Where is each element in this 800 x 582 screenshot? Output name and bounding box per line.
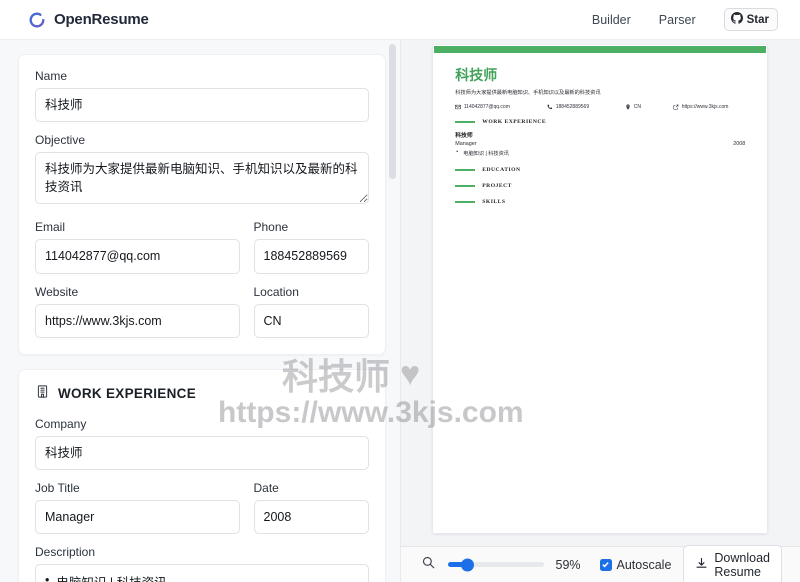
building-icon (35, 384, 50, 404)
location-input[interactable] (253, 303, 369, 338)
resume-contacts: 114042877@qq.com 188452889569 CN https:/… (455, 104, 745, 110)
resume-entry-row: Manager 2008 (455, 141, 745, 147)
resume-section-title: PROJECT (482, 182, 512, 189)
website-input[interactable] (35, 303, 240, 338)
objective-label: Objective (35, 133, 86, 148)
main-split: Name Objective Email Phone Website (0, 40, 800, 582)
app-header: OpenResume Builder Parser Star (0, 0, 800, 40)
phone-input[interactable] (253, 239, 369, 274)
objective-input[interactable] (35, 152, 369, 205)
preview-scroll-area[interactable]: 科技师 科技师为大家提供最新电脑知识、手机知识以及最新的科技资讯 1140428… (401, 40, 800, 546)
magnifier-icon[interactable] (421, 555, 436, 575)
download-resume-button[interactable]: Download Resume (683, 544, 782, 582)
resume-section-work-experience: WORK EXPERIENCE (455, 119, 745, 125)
date-label: Date (253, 480, 279, 495)
description-input[interactable]: • 电脑知识 | 科技资讯 (35, 563, 369, 582)
name-label: Name (35, 69, 68, 83)
resume-contact-phone: 188452889569 (547, 104, 625, 110)
email-label: Email (35, 220, 66, 235)
preview-toolbar: 59% Autoscale Download Resume (400, 544, 800, 582)
autoscale-checkbox[interactable] (599, 558, 612, 571)
section-accent-line (455, 185, 476, 187)
section-accent-line (455, 121, 476, 123)
profile-card: Name Objective Email Phone Website (18, 54, 386, 355)
phone-label: Phone (253, 220, 289, 235)
autoscale-toggle[interactable]: Autoscale (599, 557, 672, 572)
email-input[interactable] (35, 239, 240, 274)
resume-section-title: EDUCATION (482, 166, 521, 173)
resume-objective: 科技师为大家提供最新电脑知识、手机知识以及最新的科技资讯 (455, 90, 601, 96)
email-icon (455, 104, 462, 110)
resume-section-education: EDUCATION (455, 167, 745, 173)
work-experience-header: WORK EXPERIENCE (35, 384, 369, 404)
resume-page: 科技师 科技师为大家提供最新电脑知识、手机知识以及最新的科技资讯 1140428… (433, 45, 768, 533)
resume-contact-location: CN (625, 104, 673, 110)
form-scrollbar[interactable] (388, 44, 396, 578)
resume-entry-company: 科技师 (455, 132, 473, 139)
phone-icon (547, 104, 553, 110)
download-resume-label: Download Resume (714, 550, 770, 579)
resume-entry-date: 2008 (733, 141, 746, 148)
autoscale-label: Autoscale (616, 557, 672, 572)
work-experience-card: WORK EXPERIENCE Company Job Title Date D… (18, 368, 386, 582)
resume-form-pane: Name Objective Email Phone Website (0, 40, 400, 582)
circular-ring-icon (28, 11, 46, 29)
resume-section-skills: SKILLS (455, 199, 745, 205)
date-input[interactable] (253, 499, 369, 534)
brand[interactable]: OpenResume (28, 11, 149, 29)
external-link-icon (673, 104, 679, 110)
resume-contact-website: https://www.3kjs.com (673, 104, 728, 110)
resume-section-title: SKILLS (482, 198, 506, 205)
section-accent-line (455, 201, 476, 203)
star-button-label: Star (746, 13, 769, 26)
zoom-slider[interactable] (447, 558, 544, 571)
description-label: Description (35, 544, 96, 559)
resume-section-title: WORK EXPERIENCE (482, 118, 547, 125)
resume-contact-email: 114042877@qq.com (455, 104, 547, 110)
github-icon (730, 12, 743, 27)
header-nav: Builder Parser Star (592, 8, 778, 31)
location-label: Location (253, 284, 299, 299)
form-scrollbar-thumb[interactable] (388, 44, 396, 179)
resume-entry-job-title: Manager (455, 141, 477, 148)
work-experience-title: WORK EXPERIENCE (58, 386, 197, 402)
company-input[interactable] (35, 435, 369, 470)
nav-link-parser[interactable]: Parser (659, 13, 696, 27)
zoom-slider-track[interactable] (447, 558, 544, 571)
company-label: Company (35, 416, 87, 431)
nav-link-builder[interactable]: Builder (592, 13, 631, 27)
download-icon (695, 557, 708, 573)
resume-location-value: CN (633, 103, 641, 110)
resume-website-value: https://www.3kjs.com (681, 103, 729, 110)
brand-name: OpenResume (54, 11, 149, 28)
resume-accent-bar (434, 46, 767, 53)
job-title-input[interactable] (35, 499, 240, 534)
zoom-slider-thumb[interactable] (460, 558, 474, 571)
resume-name: 科技师 (455, 67, 498, 83)
name-input[interactable] (35, 88, 369, 123)
resume-section-project: PROJECT (455, 183, 745, 189)
location-pin-icon (625, 104, 631, 110)
resume-preview-pane: 科技师 科技师为大家提供最新电脑知识、手机知识以及最新的科技资讯 1140428… (399, 40, 800, 582)
zoom-percentage: 59% (555, 557, 581, 572)
section-accent-line (455, 169, 476, 171)
resume-entry-bullet: 电脑知识 | 科技资讯 (455, 149, 745, 157)
github-star-button[interactable]: Star (723, 8, 778, 31)
resume-body: 科技师 科技师为大家提供最新电脑知识、手机知识以及最新的科技资讯 1140428… (433, 53, 767, 205)
description-text: 电脑知识 | 科技资讯 (56, 572, 166, 582)
job-title-label: Job Title (35, 480, 80, 495)
bullet-icon: • (45, 572, 50, 582)
website-label: Website (35, 284, 79, 299)
resume-phone-value: 188452889569 (555, 103, 590, 110)
resume-email-value: 114042877@qq.com (463, 103, 510, 110)
